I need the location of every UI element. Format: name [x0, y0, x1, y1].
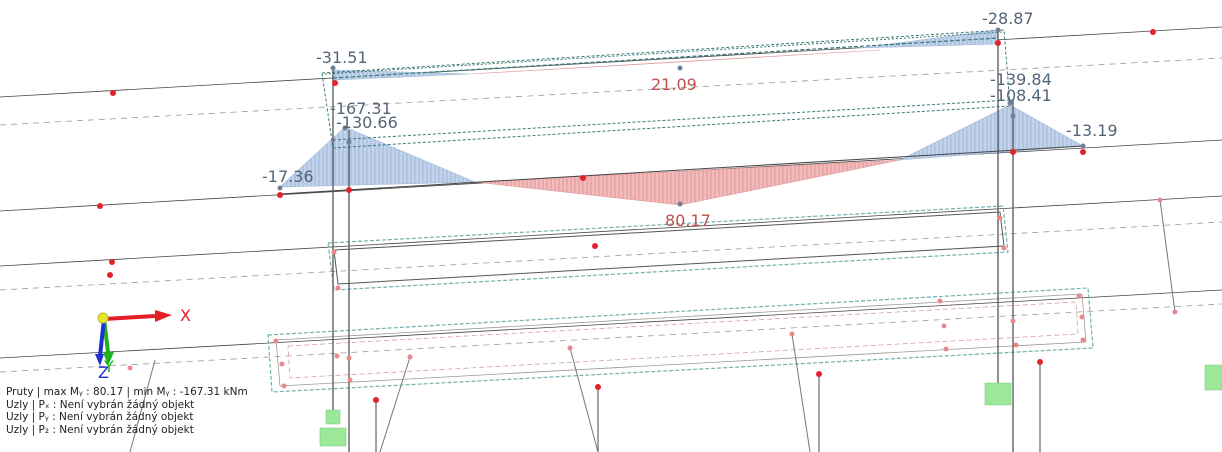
- moment-label: -13.19: [1066, 121, 1118, 140]
- info-line-nodes-pz: Uzly | P₂ : Není vybrán žádný objekt: [6, 423, 194, 436]
- moment-diagram-top-beam[interactable]: [324, 29, 1005, 81]
- info-line-nodes-py: Uzly | Pᵧ : Není vybrán žádný objekt: [6, 411, 194, 423]
- support-right: [984, 382, 1012, 406]
- supports[interactable]: [319, 364, 1222, 447]
- moment-diagram-main-beam[interactable]: [279, 99, 1085, 206]
- result-info-panel: Pruty | max Mᵧ : 80.17 | min Mᵧ : -167.3…: [6, 386, 248, 436]
- info-line-nodes-px: Uzly | Pₓ : Není vybrán žádný objekt: [6, 398, 195, 411]
- model-viewport[interactable]: -31.51 -28.87 21.09 -139.84 -108.41 -167…: [0, 0, 1222, 452]
- inclined-members[interactable]: [129, 199, 1176, 452]
- light-nodes[interactable]: [127, 197, 1178, 389]
- axis-x-label: X: [180, 306, 191, 325]
- support-left-upper: [325, 409, 341, 425]
- axis-y-label: Y: [103, 357, 114, 376]
- moment-label: 80.17: [665, 211, 711, 230]
- moment-label: -28.87: [982, 9, 1034, 28]
- moment-label: -108.41: [990, 86, 1052, 105]
- support-far-right: [1204, 364, 1222, 391]
- structure-canvas[interactable]: -31.51 -28.87 21.09 -139.84 -108.41 -167…: [0, 0, 1222, 452]
- moment-label: -17.36: [262, 167, 314, 186]
- moment-label: -130.66: [336, 113, 398, 132]
- moment-label: 21.09: [651, 75, 697, 94]
- moment-label: -31.51: [316, 48, 368, 67]
- axis-gizmo: X Z Y: [95, 306, 191, 382]
- info-line-members: Pruty | max Mᵧ : 80.17 | min Mᵧ : -167.3…: [6, 386, 248, 398]
- support-left: [319, 427, 347, 447]
